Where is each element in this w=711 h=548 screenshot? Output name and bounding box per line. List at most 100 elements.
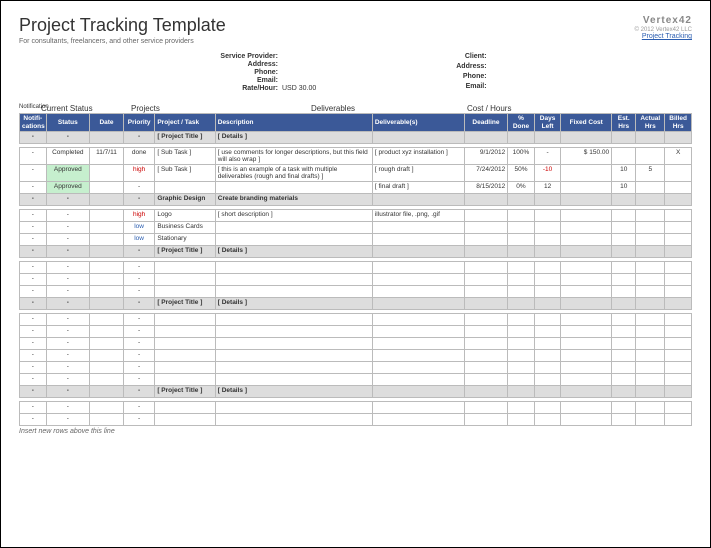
cell-deliv[interactable] <box>372 194 464 206</box>
cell-bill[interactable] <box>665 374 692 386</box>
cell-fixed[interactable] <box>561 165 612 182</box>
table-row[interactable]: -Approvedhigh[ Sub Task ][ this is an ex… <box>20 165 692 182</box>
cell-status[interactable]: - <box>46 314 90 326</box>
cell-fixed[interactable] <box>561 338 612 350</box>
cell-deadline[interactable] <box>464 286 508 298</box>
cell-priority[interactable]: - <box>123 338 154 350</box>
cell-bill[interactable] <box>665 182 692 194</box>
cell-status[interactable]: - <box>46 298 90 310</box>
cell-days[interactable] <box>534 362 561 374</box>
cell-date[interactable] <box>90 210 124 222</box>
cell-priority[interactable]: - <box>123 314 154 326</box>
cell-act[interactable] <box>636 362 665 374</box>
cell-deadline[interactable] <box>464 246 508 258</box>
cell-notif[interactable]: - <box>20 194 47 206</box>
cell-deliv[interactable] <box>372 374 464 386</box>
cell-desc[interactable] <box>215 314 372 326</box>
project-tracking-link[interactable]: Project Tracking <box>642 33 692 40</box>
cell-deliv[interactable] <box>372 298 464 310</box>
cell-priority[interactable]: low <box>123 222 154 234</box>
cell-status[interactable]: - <box>46 222 90 234</box>
table-row[interactable]: --- <box>20 414 692 426</box>
cell-bill[interactable] <box>665 210 692 222</box>
cell-pct[interactable] <box>508 374 535 386</box>
cell-priority[interactable]: done <box>123 148 154 165</box>
cell-act[interactable] <box>636 402 665 414</box>
cell-notif[interactable]: - <box>20 262 47 274</box>
cell-deliv[interactable] <box>372 386 464 398</box>
cell-est[interactable] <box>612 362 636 374</box>
cell-est[interactable] <box>612 132 636 144</box>
cell-pct[interactable]: 50% <box>508 165 535 182</box>
cell-days[interactable] <box>534 326 561 338</box>
cell-date[interactable] <box>90 298 124 310</box>
cell-days[interactable]: -10 <box>534 165 561 182</box>
cell-status[interactable]: - <box>46 338 90 350</box>
cell-pct[interactable] <box>508 362 535 374</box>
cell-pct[interactable] <box>508 234 535 246</box>
table-row[interactable]: -Approved-[ final draft ]8/15/20120%1210 <box>20 182 692 194</box>
cell-pct[interactable] <box>508 326 535 338</box>
cell-act[interactable] <box>636 286 665 298</box>
cell-status[interactable]: - <box>46 234 90 246</box>
cell-notif[interactable]: - <box>20 210 47 222</box>
cell-est[interactable] <box>612 286 636 298</box>
table-row[interactable]: ---[ Project Title ][ Details ] <box>20 246 692 258</box>
cell-est[interactable] <box>612 326 636 338</box>
cell-act[interactable] <box>636 386 665 398</box>
cell-est[interactable] <box>612 246 636 258</box>
cell-fixed[interactable] <box>561 132 612 144</box>
table-row[interactable]: --- <box>20 374 692 386</box>
cell-desc[interactable] <box>215 286 372 298</box>
cell-pct[interactable] <box>508 386 535 398</box>
cell-notif[interactable]: - <box>20 234 47 246</box>
cell-date[interactable] <box>90 374 124 386</box>
cell-notif[interactable]: - <box>20 374 47 386</box>
cell-date[interactable] <box>90 182 124 194</box>
cell-pct[interactable] <box>508 402 535 414</box>
cell-priority[interactable]: - <box>123 182 154 194</box>
cell-bill[interactable] <box>665 246 692 258</box>
cell-days[interactable] <box>534 132 561 144</box>
cell-date[interactable] <box>90 246 124 258</box>
cell-pct[interactable] <box>508 338 535 350</box>
cell-bill[interactable] <box>665 362 692 374</box>
cell-deliv[interactable] <box>372 338 464 350</box>
cell-notif[interactable]: - <box>20 182 47 194</box>
cell-priority[interactable]: - <box>123 374 154 386</box>
cell-deadline[interactable] <box>464 338 508 350</box>
cell-pct[interactable] <box>508 132 535 144</box>
cell-deliv[interactable] <box>372 132 464 144</box>
cell-desc[interactable] <box>215 402 372 414</box>
cell-days[interactable] <box>534 338 561 350</box>
cell-status[interactable]: - <box>46 386 90 398</box>
cell-task[interactable] <box>155 414 215 426</box>
cell-status[interactable]: - <box>46 274 90 286</box>
cell-bill[interactable]: X <box>665 148 692 165</box>
cell-bill[interactable] <box>665 194 692 206</box>
cell-days[interactable] <box>534 234 561 246</box>
cell-deadline[interactable] <box>464 222 508 234</box>
table-row[interactable]: --- <box>20 338 692 350</box>
cell-days[interactable] <box>534 314 561 326</box>
cell-date[interactable]: 11/7/11 <box>90 148 124 165</box>
cell-days[interactable] <box>534 350 561 362</box>
cell-est[interactable] <box>612 210 636 222</box>
cell-pct[interactable] <box>508 298 535 310</box>
cell-pct[interactable] <box>508 222 535 234</box>
cell-act[interactable] <box>636 262 665 274</box>
cell-fixed[interactable] <box>561 210 612 222</box>
cell-desc[interactable]: [ Details ] <box>215 246 372 258</box>
cell-est[interactable] <box>612 148 636 165</box>
cell-days[interactable]: 12 <box>534 182 561 194</box>
cell-deliv[interactable] <box>372 274 464 286</box>
cell-days[interactable] <box>534 246 561 258</box>
cell-deadline[interactable]: 7/24/2012 <box>464 165 508 182</box>
cell-est[interactable] <box>612 338 636 350</box>
cell-bill[interactable] <box>665 165 692 182</box>
cell-deadline[interactable] <box>464 386 508 398</box>
cell-bill[interactable] <box>665 402 692 414</box>
cell-act[interactable] <box>636 182 665 194</box>
cell-act[interactable] <box>636 314 665 326</box>
cell-priority[interactable]: - <box>123 286 154 298</box>
